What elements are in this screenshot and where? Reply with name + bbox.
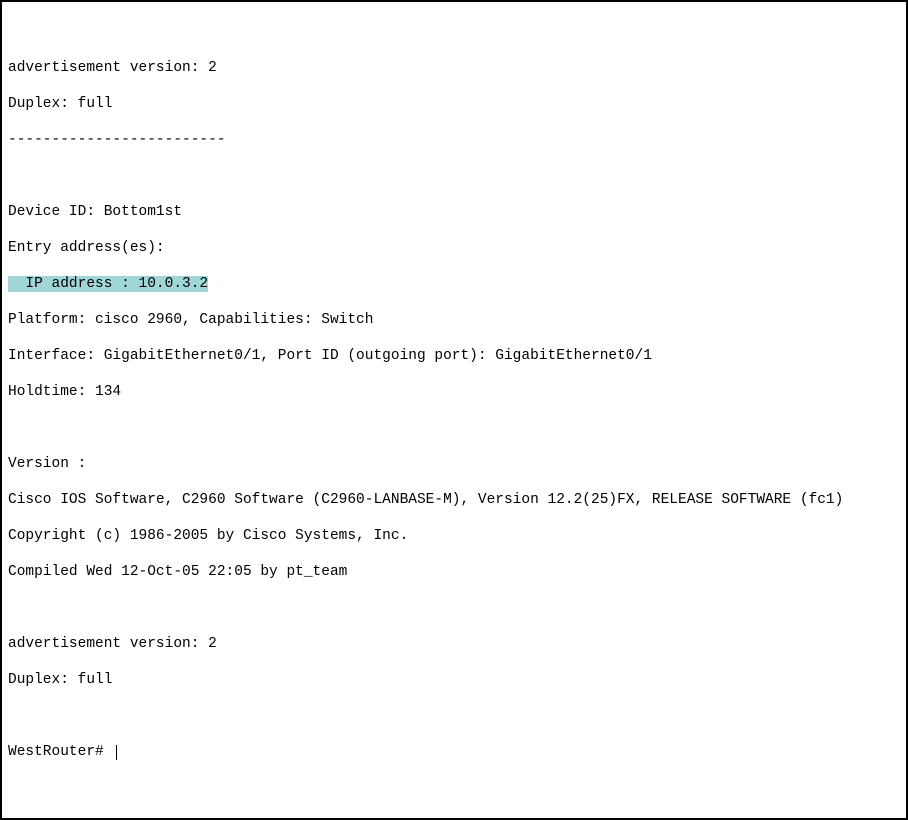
version-compiled: Compiled Wed 12-Oct-05 22:05 by pt_team (8, 563, 902, 581)
adv-version: advertisement version: 2 (8, 635, 902, 653)
blank-line (8, 419, 902, 437)
terminal-output: WestRouter#show cdp neighbors det WestRo… (2, 2, 906, 818)
terminal-scroll-area[interactable]: WestRouter#show cdp neighbors det WestRo… (2, 2, 906, 818)
version-label: Version : (8, 455, 902, 473)
duplex-line: Duplex: full (8, 671, 902, 689)
blank-line (8, 23, 902, 41)
blank-line (8, 167, 902, 185)
platform-line: Platform: cisco 2960, Capabilities: Swit… (8, 311, 902, 329)
scroll-spacer (8, 779, 902, 780)
duplex-line: Duplex: full (8, 95, 902, 113)
blank-line (8, 599, 902, 617)
separator-line: ------------------------- (8, 131, 902, 149)
version-compiled: Compiled Wed 12-Oct-05 22:05 by pt_team (8, 2, 902, 5)
cursor-icon (116, 745, 117, 760)
ip-address-highlight: IP address : 10.0.3.2 (8, 276, 208, 292)
terminal-window: WestRouter#show cdp neighbors det WestRo… (0, 0, 908, 820)
device-id: Device ID: Bottom1st (8, 203, 902, 221)
version-software: Cisco IOS Software, C2960 Software (C296… (8, 491, 902, 509)
adv-version: advertisement version: 2 (8, 59, 902, 77)
version-copyright: Copyright (c) 1986-2005 by Cisco Systems… (8, 527, 902, 545)
holdtime-line: Holdtime: 134 (8, 383, 902, 401)
interface-line: Interface: GigabitEthernet0/1, Port ID (… (8, 347, 902, 365)
ip-address-line: IP address : 10.0.3.2 (8, 275, 902, 293)
blank-line (8, 707, 902, 725)
entry-address-label: Entry address(es): (8, 239, 902, 257)
prompt-host: WestRouter# (8, 744, 112, 760)
prompt-line[interactable]: WestRouter# (8, 743, 902, 761)
